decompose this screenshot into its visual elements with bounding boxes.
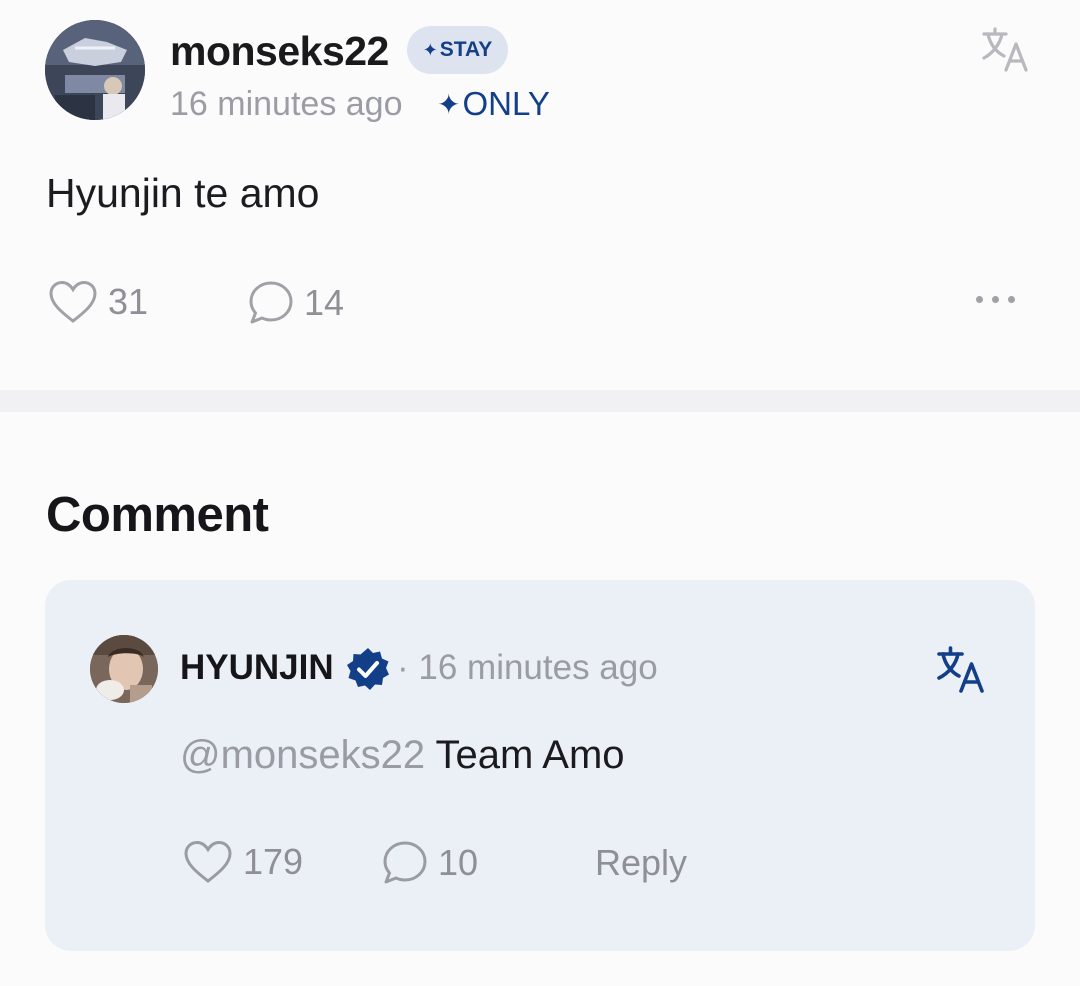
like-count: 31 xyxy=(108,281,149,322)
more-dot xyxy=(976,296,983,303)
translate-icon[interactable] xyxy=(935,645,987,695)
comment-bubble-icon xyxy=(383,841,427,884)
translate-icon[interactable] xyxy=(980,26,1032,74)
user-avatar[interactable] xyxy=(45,20,145,120)
like-button[interactable]: 31 xyxy=(48,280,148,324)
heart-icon xyxy=(184,840,232,883)
verified-badge-icon xyxy=(345,646,391,692)
stay-badge-label: STAY xyxy=(439,38,493,61)
post: monseks22 ✦ STAY 16 minutes ago ✦ ONLY H… xyxy=(0,0,1080,390)
only-badge: ✦ ONLY xyxy=(437,85,550,123)
more-dot xyxy=(992,296,999,303)
comment-button[interactable]: 14 xyxy=(248,280,344,326)
comment-like-button[interactable]: 179 xyxy=(183,840,303,884)
sparkle-icon: ✦ xyxy=(422,39,438,60)
comment-replies-button[interactable]: 10 xyxy=(382,840,478,886)
comment-text: @monseks22 Team Amo xyxy=(180,733,625,778)
comment-reply-count: 10 xyxy=(438,842,479,883)
comment-card: HYUNJIN · 16 minutes ago @monseks22 Team… xyxy=(45,580,1035,951)
post-timestamp: 16 minutes ago xyxy=(170,85,403,123)
heart-icon xyxy=(49,280,97,323)
more-options-icon[interactable] xyxy=(976,296,1015,303)
comment-body: Team Amo xyxy=(425,733,625,777)
reply-button[interactable]: Reply xyxy=(595,842,687,884)
section-divider xyxy=(0,390,1080,412)
comment-mention[interactable]: @monseks22 xyxy=(180,733,425,777)
comment-count: 14 xyxy=(304,282,345,323)
stay-badge: ✦ STAY xyxy=(407,26,508,74)
avatar-photo xyxy=(90,635,158,703)
comment-author-name[interactable]: HYUNJIN xyxy=(180,648,334,688)
comment-like-count: 179 xyxy=(243,841,304,882)
post-username[interactable]: monseks22 xyxy=(170,28,389,75)
comment-timestamp: · 16 minutes ago xyxy=(397,648,658,687)
comment-author-avatar[interactable] xyxy=(90,635,158,703)
avatar-photo xyxy=(45,20,145,120)
only-badge-label: ONLY xyxy=(462,85,550,122)
sparkle-icon: ✦ xyxy=(437,88,461,120)
comment-section-heading: Comment xyxy=(46,488,269,542)
post-text: Hyunjin te amo xyxy=(46,170,320,216)
comment-bubble-icon xyxy=(249,281,293,324)
more-dot xyxy=(1008,296,1015,303)
